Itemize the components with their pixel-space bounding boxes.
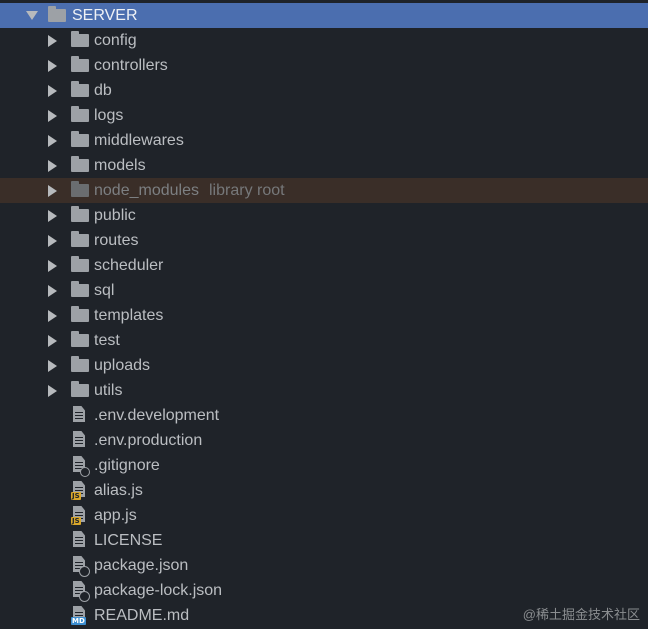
text-file-icon [71, 431, 87, 449]
ban-badge-icon [80, 467, 90, 477]
folder-label: node_modules [94, 182, 199, 199]
tree-root-server[interactable]: SERVER [0, 3, 648, 28]
chevron-right-icon[interactable] [48, 60, 57, 72]
folder-label: middlewares [94, 132, 184, 149]
file-label: package.json [94, 557, 189, 574]
folder-row-routes[interactable]: routes [0, 228, 648, 253]
md-badge: MD [71, 617, 86, 625]
chevron-right-icon[interactable] [48, 385, 57, 397]
folder-label: controllers [94, 57, 168, 74]
watermark: @稀土掘金技术社区 [522, 607, 640, 622]
gear-badge-icon [79, 591, 90, 602]
folder-icon [71, 131, 89, 147]
library-root-hint: library root [209, 182, 285, 199]
tree-root-label: SERVER [72, 7, 138, 24]
file-row-app-js[interactable]: JS app.js [0, 503, 648, 528]
folder-icon [71, 306, 89, 322]
config-file-icon [71, 581, 90, 602]
folder-label: test [94, 332, 120, 349]
text-file-icon [71, 531, 87, 549]
file-row-package-json[interactable]: package.json [0, 553, 648, 578]
folder-icon [71, 331, 89, 347]
folder-icon [71, 381, 89, 397]
file-row-alias-js[interactable]: JS alias.js [0, 478, 648, 503]
folder-icon [71, 156, 89, 172]
file-label: .gitignore [94, 457, 160, 474]
folder-icon [71, 31, 89, 47]
folder-row-controllers[interactable]: controllers [0, 53, 648, 78]
folder-label: db [94, 82, 112, 99]
folder-label: public [94, 207, 136, 224]
folder-icon [71, 356, 89, 372]
chevron-right-icon[interactable] [48, 360, 57, 372]
chevron-right-icon[interactable] [48, 160, 57, 172]
chevron-right-icon[interactable] [48, 110, 57, 122]
folder-label: routes [94, 232, 139, 249]
folder-icon [71, 206, 89, 222]
file-row-env-development[interactable]: .env.development [0, 403, 648, 428]
folder-label: config [94, 32, 137, 49]
folder-label: models [94, 157, 146, 174]
folder-row-node-modules[interactable]: node_modules library root [0, 178, 648, 203]
folder-icon [71, 281, 89, 297]
chevron-right-icon[interactable] [48, 260, 57, 272]
folder-row-scheduler[interactable]: scheduler [0, 253, 648, 278]
config-file-icon [71, 556, 90, 577]
chevron-down-icon[interactable] [26, 11, 38, 20]
gear-badge-icon [79, 566, 90, 577]
folder-label: uploads [94, 357, 151, 374]
folder-row-sql[interactable]: sql [0, 278, 648, 303]
file-row-license[interactable]: LICENSE [0, 528, 648, 553]
folder-row-utils[interactable]: utils [0, 378, 648, 403]
folder-label: scheduler [94, 257, 164, 274]
folder-row-db[interactable]: db [0, 78, 648, 103]
folder-row-templates[interactable]: templates [0, 303, 648, 328]
js-file-icon: JS [71, 481, 87, 500]
chevron-right-icon[interactable] [48, 185, 57, 197]
folder-row-config[interactable]: config [0, 28, 648, 53]
file-row-env-production[interactable]: .env.production [0, 428, 648, 453]
js-badge: JS [71, 492, 81, 500]
text-file-icon [71, 406, 87, 424]
js-badge: JS [71, 517, 81, 525]
folder-icon [71, 231, 89, 247]
file-label: LICENSE [94, 532, 163, 549]
file-label: alias.js [94, 482, 143, 499]
file-label: .env.production [94, 432, 203, 449]
folder-row-uploads[interactable]: uploads [0, 353, 648, 378]
folder-row-public[interactable]: public [0, 203, 648, 228]
chevron-right-icon[interactable] [48, 135, 57, 147]
chevron-right-icon[interactable] [48, 85, 57, 97]
folder-icon [71, 56, 89, 72]
folder-row-logs[interactable]: logs [0, 103, 648, 128]
js-file-icon: JS [71, 506, 87, 525]
folder-label: sql [94, 282, 115, 299]
folder-label: templates [94, 307, 164, 324]
project-tree: SERVER config controllers db logs middleware… [0, 0, 648, 629]
file-label: package-lock.json [94, 582, 223, 599]
folder-icon [71, 106, 89, 122]
chevron-right-icon[interactable] [48, 335, 57, 347]
folder-icon [48, 6, 66, 22]
file-label: .env.development [94, 407, 220, 424]
chevron-right-icon[interactable] [48, 210, 57, 222]
folder-icon [71, 81, 89, 97]
chevron-right-icon[interactable] [48, 285, 57, 297]
file-row-package-lock-json[interactable]: package-lock.json [0, 578, 648, 603]
chevron-right-icon[interactable] [48, 310, 57, 322]
folder-icon [71, 256, 89, 272]
file-row-gitignore[interactable]: .gitignore [0, 453, 648, 478]
ignore-file-icon [71, 456, 90, 477]
folder-row-models[interactable]: models [0, 153, 648, 178]
chevron-right-icon[interactable] [48, 235, 57, 247]
folder-icon [71, 181, 89, 197]
folder-row-test[interactable]: test [0, 328, 648, 353]
markdown-file-icon: MD [71, 606, 87, 625]
folder-row-middlewares[interactable]: middlewares [0, 128, 648, 153]
folder-label: logs [94, 107, 124, 124]
file-label: app.js [94, 507, 137, 524]
folder-label: utils [94, 382, 123, 399]
file-label: README.md [94, 607, 190, 624]
chevron-right-icon[interactable] [48, 35, 57, 47]
